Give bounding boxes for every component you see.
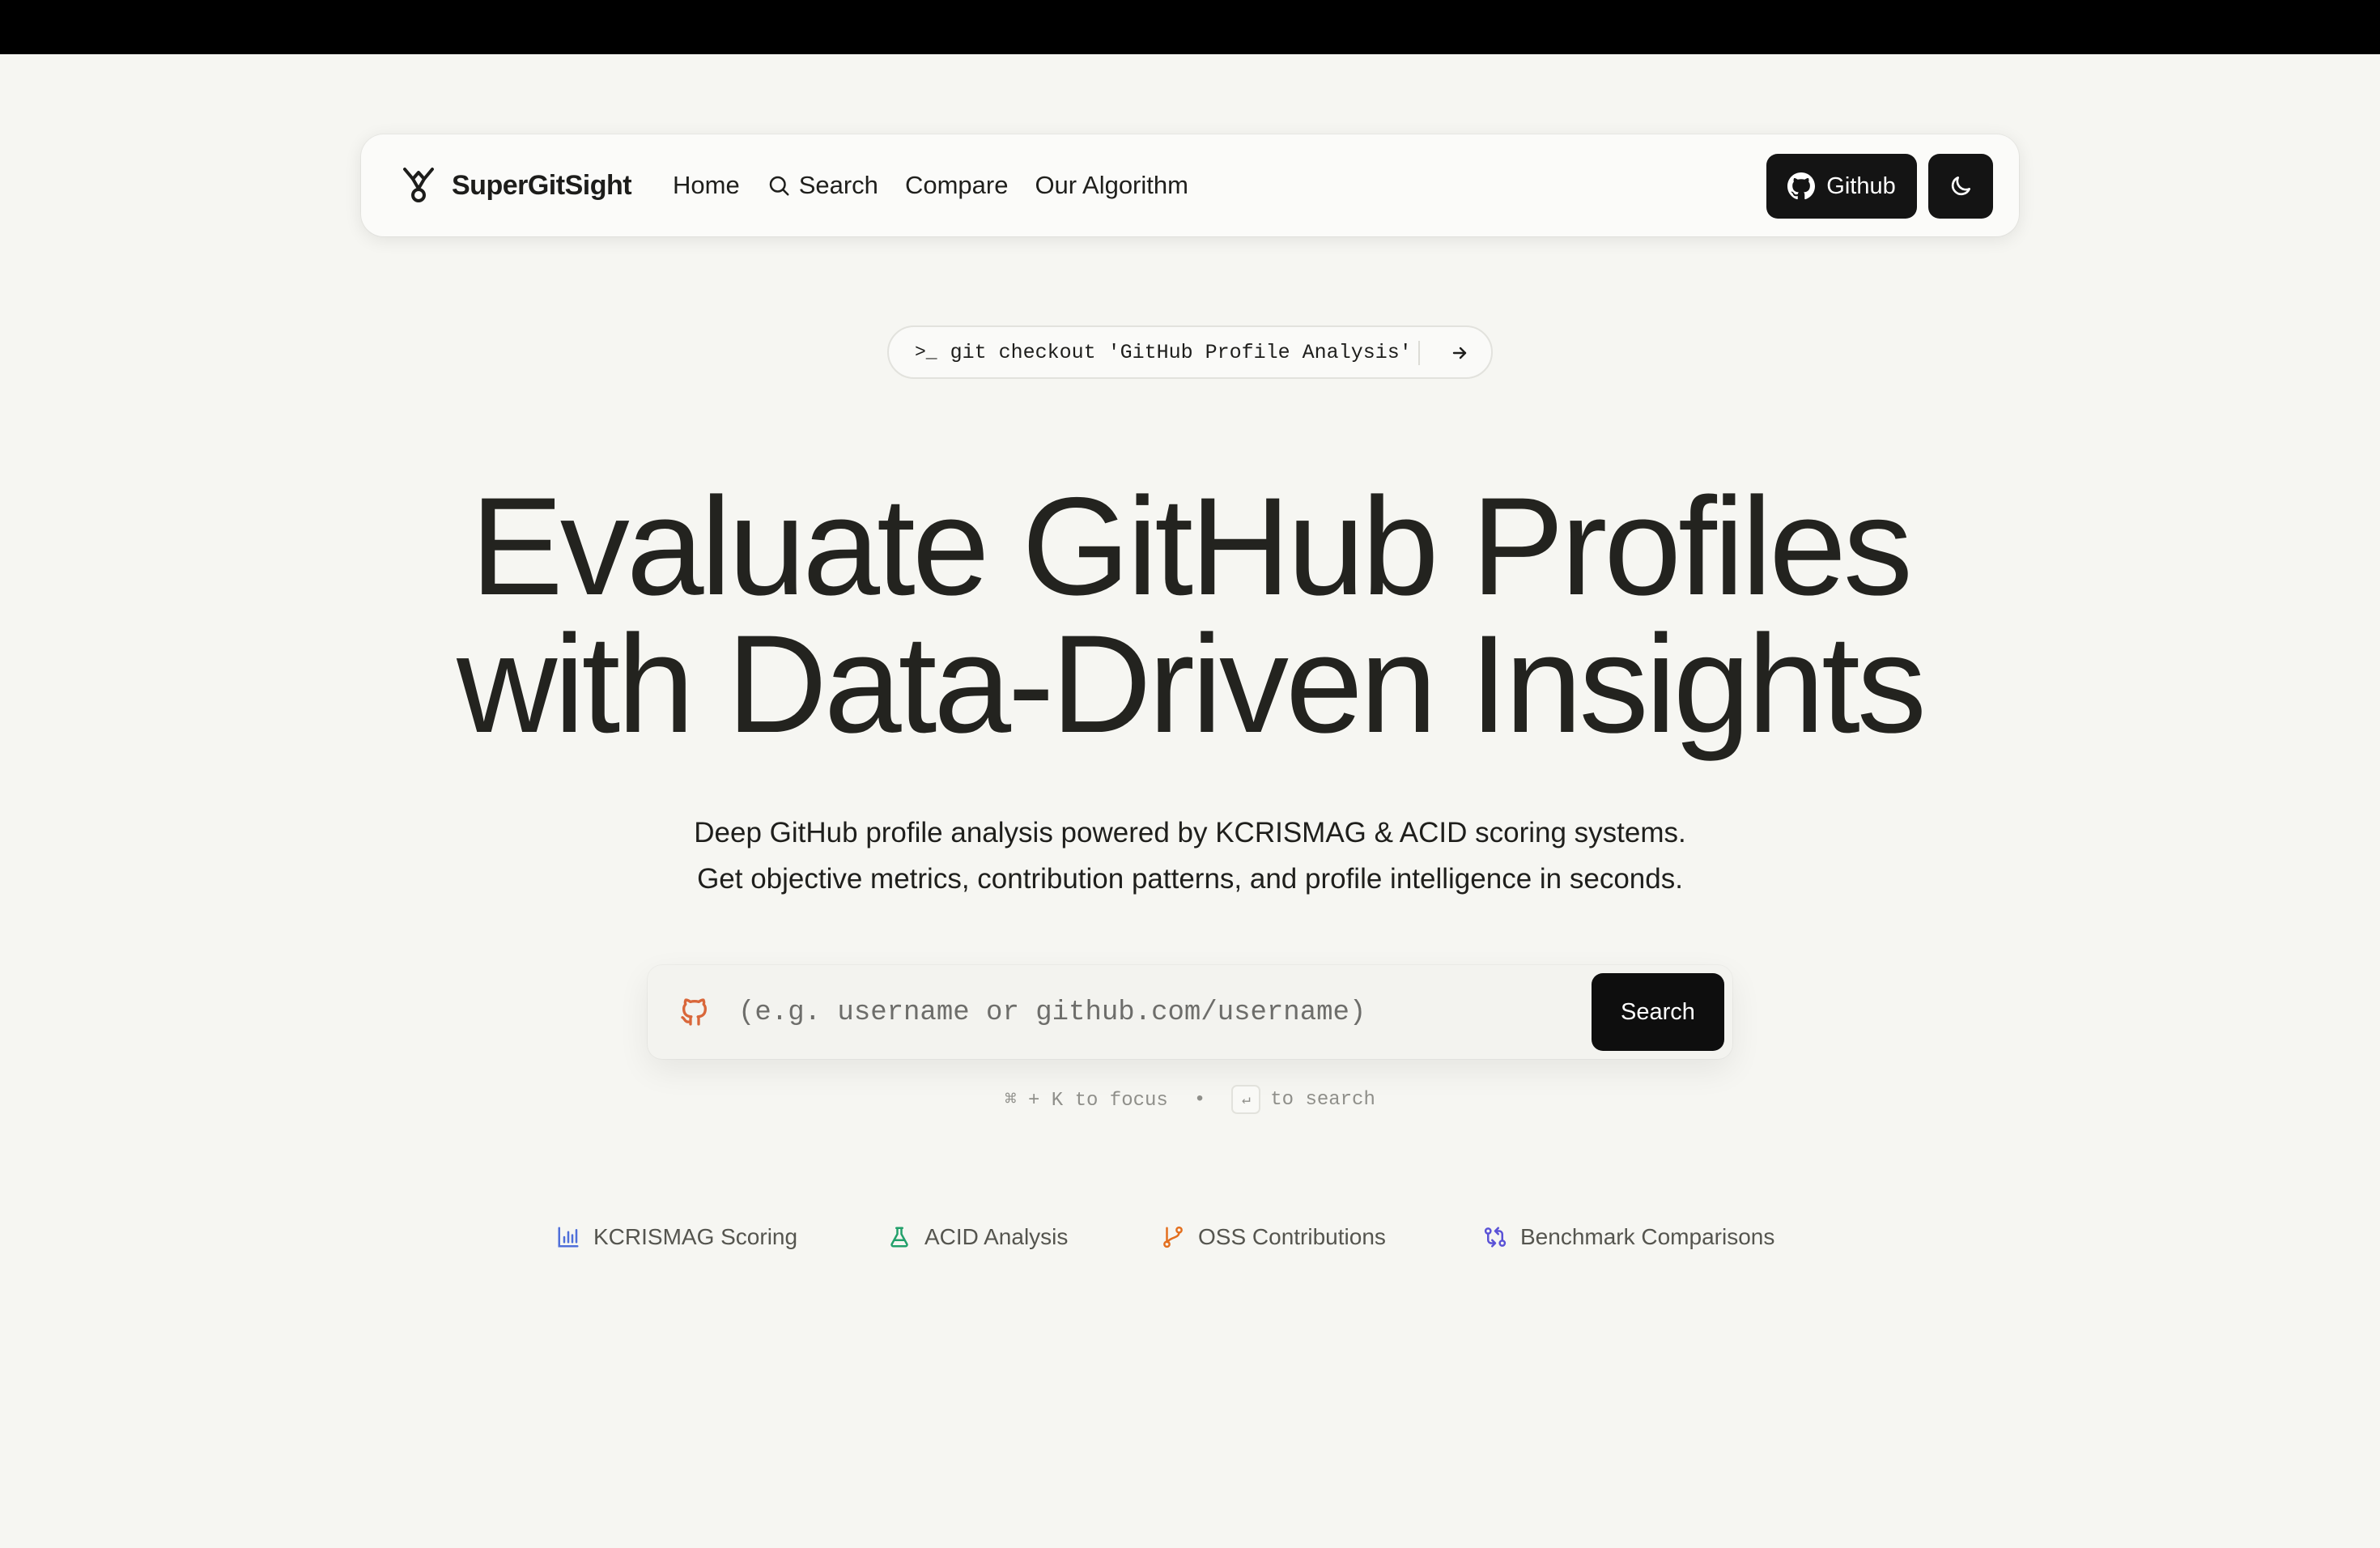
git-branch-icon — [1163, 1226, 1183, 1248]
hint-focus: ⌘ + K to focus — [1005, 1090, 1168, 1112]
hero-headline-line1: Evaluate GitHub Profiles — [470, 469, 1913, 624]
search-box: Search — [648, 965, 1732, 1059]
search-input[interactable] — [737, 986, 1420, 1040]
hero-headline: Evaluate GitHub Profiles with Data-Drive… — [0, 477, 2380, 754]
pill-divider — [1418, 341, 1420, 365]
moon-icon — [1951, 176, 1970, 196]
arrow-right-icon[interactable] — [1444, 338, 1475, 368]
github-button[interactable]: Github — [1766, 154, 1917, 219]
hero-subtitle-line1: Deep GitHub profile analysis powered by … — [694, 817, 1686, 848]
bar-chart-icon — [558, 1227, 579, 1248]
feature-list: KCRISMAG Scoring ACID Analysis OSS Contr… — [0, 1224, 2380, 1260]
feature-benchmark: Benchmark Comparisons — [1483, 1224, 1774, 1250]
nav-home[interactable]: Home — [673, 171, 740, 200]
logo-icon — [403, 168, 434, 202]
hero-subtitle: Deep GitHub profile analysis powered by … — [0, 810, 2380, 902]
github-button-label: Github — [1826, 172, 1896, 199]
brand[interactable]: SuperGitSight — [402, 134, 632, 236]
nav-search[interactable]: Search — [767, 171, 878, 200]
feature-oss: OSS Contributions — [1161, 1224, 1386, 1250]
github-icon — [681, 998, 707, 1026]
navbar: SuperGitSight Home Search Compare Our Al… — [361, 134, 2019, 236]
feature-label: OSS Contributions — [1198, 1224, 1386, 1249]
keyboard-hint: ⌘ + K to focus • ↵ to search — [0, 1085, 2380, 1114]
nav-compare[interactable]: Compare — [905, 171, 1009, 200]
enter-key-icon: ↵ — [1231, 1085, 1261, 1114]
git-compare-icon — [1484, 1227, 1507, 1248]
hero-headline-line2: with Data-Driven Insights — [457, 606, 1927, 762]
feature-kcrismag: KCRISMAG Scoring — [556, 1224, 797, 1250]
hint-separator: • — [1193, 1088, 1206, 1111]
feature-label: Benchmark Comparisons — [1520, 1224, 1775, 1249]
hint-search: to search — [1270, 1088, 1375, 1111]
search-button[interactable]: Search — [1592, 973, 1724, 1051]
pill-command: git checkout 'GitHub Profile Analysis' — [950, 340, 1412, 364]
github-icon — [1787, 172, 1816, 200]
nav-search-label: Search — [798, 171, 878, 199]
hero-subtitle-line2: Get objective metrics, contribution patt… — [697, 863, 1683, 895]
nav-our-algorithm[interactable]: Our Algorithm — [1035, 171, 1188, 200]
theme-toggle-button[interactable] — [1928, 154, 1993, 219]
announcement-pill[interactable]: >_ git checkout 'GitHub Profile Analysis… — [887, 325, 1493, 379]
feature-label: ACID Analysis — [924, 1224, 1069, 1249]
flask-icon — [890, 1227, 908, 1248]
terminal-icon: >_ — [915, 342, 937, 363]
browser-top-bar — [0, 0, 2380, 54]
feature-acid: ACID Analysis — [887, 1224, 1068, 1250]
feature-label: KCRISMAG Scoring — [593, 1224, 798, 1249]
brand-name: SuperGitSight — [452, 169, 632, 201]
search-icon — [769, 176, 789, 196]
